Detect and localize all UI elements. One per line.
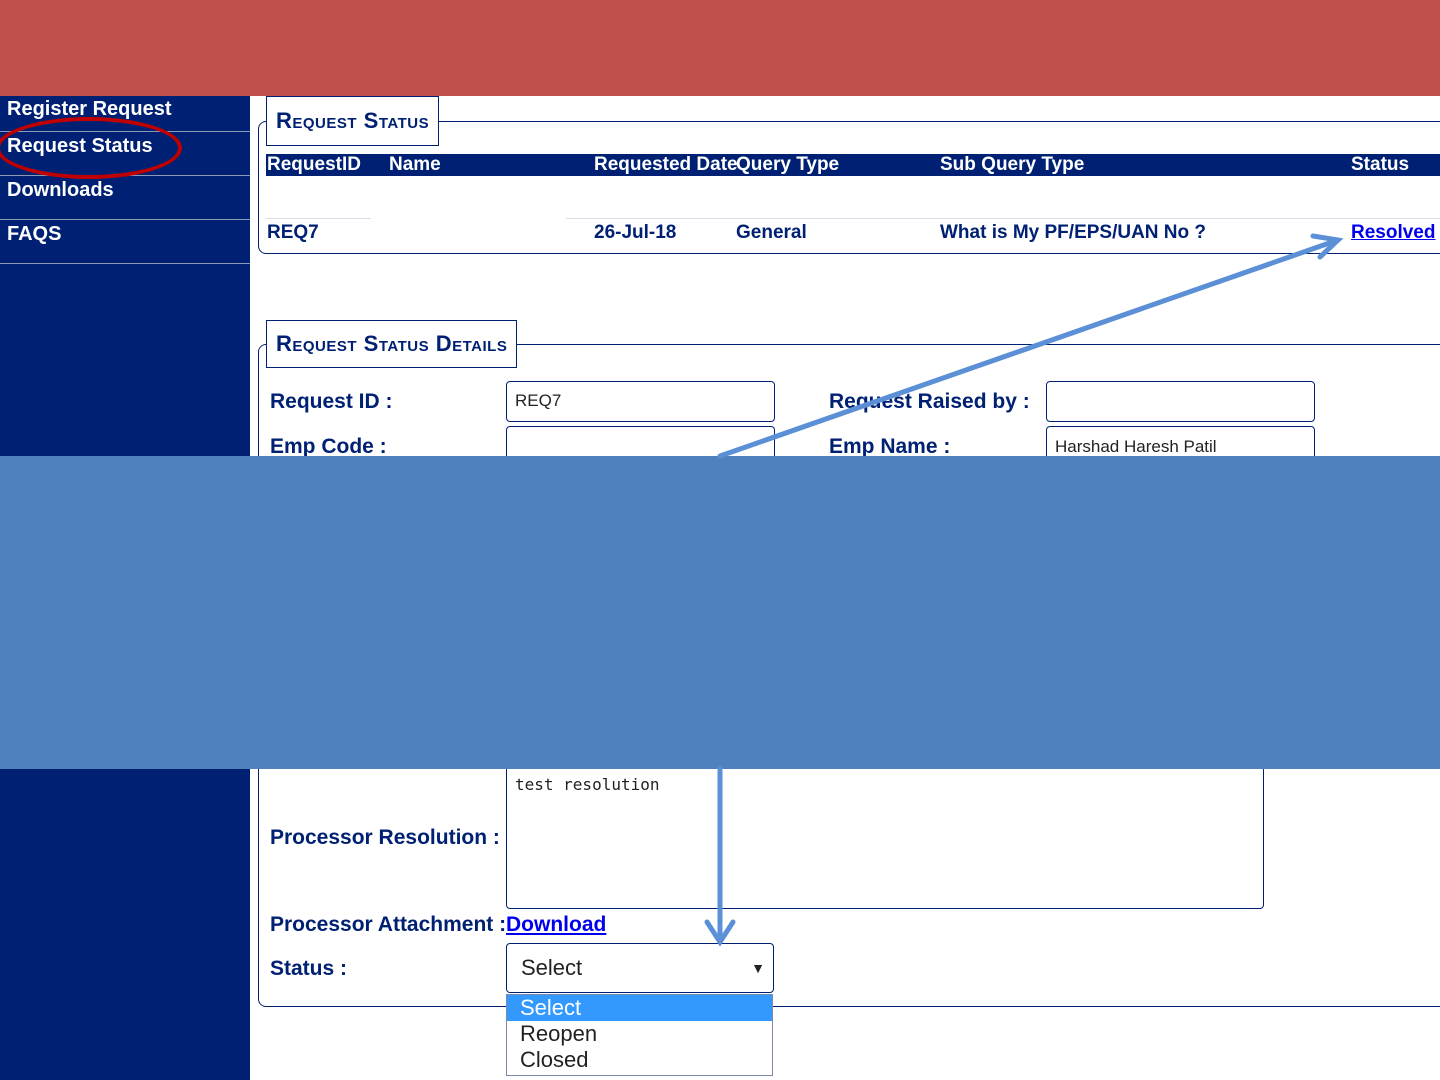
cell-query-type: General — [736, 222, 807, 243]
col-header-requestid: RequestID — [267, 154, 361, 175]
processor-resolution-textarea[interactable]: test resolution — [506, 766, 1264, 909]
cell-sub-query-type: What is My PF/EPS/UAN No ? — [940, 222, 1207, 243]
col-header-sub-query-type: Sub Query Type — [940, 154, 1085, 175]
col-header-query-type: Query Type — [736, 154, 840, 175]
request-status-legend: Request Status — [266, 96, 440, 146]
overlay-panel — [0, 456, 1440, 769]
sidebar-item-register-request[interactable]: Register Request — [0, 96, 250, 132]
status-select-value: Select — [521, 955, 583, 980]
status-resolved-link[interactable]: Resolved — [1351, 221, 1435, 245]
raised-by-field[interactable] — [1046, 381, 1315, 422]
status-label: Status : — [270, 957, 348, 980]
request-details-legend: Request Status Details — [266, 320, 518, 368]
status-option-select[interactable]: Select — [507, 995, 772, 1021]
processor-resolution-label: Processor Resolution : — [270, 826, 500, 849]
request-id-label: Request ID : — [270, 390, 393, 413]
status-select[interactable]: Select ▼ — [506, 943, 774, 993]
status-option-closed[interactable]: Closed — [507, 1047, 772, 1073]
col-header-name: Name — [389, 154, 441, 175]
col-header-requested-date: Requested Date — [594, 154, 738, 175]
request-id-field[interactable]: REQ7 — [506, 381, 775, 422]
dropdown-arrow-icon: ▼ — [751, 960, 765, 976]
col-header-status: Status — [1351, 154, 1410, 175]
raised-by-label: Request Raised by : — [829, 390, 1030, 413]
status-option-reopen[interactable]: Reopen — [507, 1021, 772, 1047]
row-divider — [266, 218, 371, 219]
row-divider — [566, 218, 1440, 219]
top-banner — [0, 0, 1440, 96]
processor-attachment-label: Processor Attachment : — [270, 913, 507, 936]
cell-requested-date: 26-Jul-18 — [594, 222, 677, 243]
sidebar-item-request-status[interactable]: Request Status — [0, 132, 250, 176]
download-link[interactable]: Download — [506, 913, 606, 937]
cell-request-id: REQ7 — [267, 222, 319, 243]
sidebar-item-faqs[interactable]: FAQS — [0, 220, 250, 264]
sidebar-item-downloads[interactable]: Downloads — [0, 176, 250, 220]
table-header — [266, 154, 1440, 176]
status-dropdown-list: Select Reopen Closed — [506, 994, 773, 1076]
